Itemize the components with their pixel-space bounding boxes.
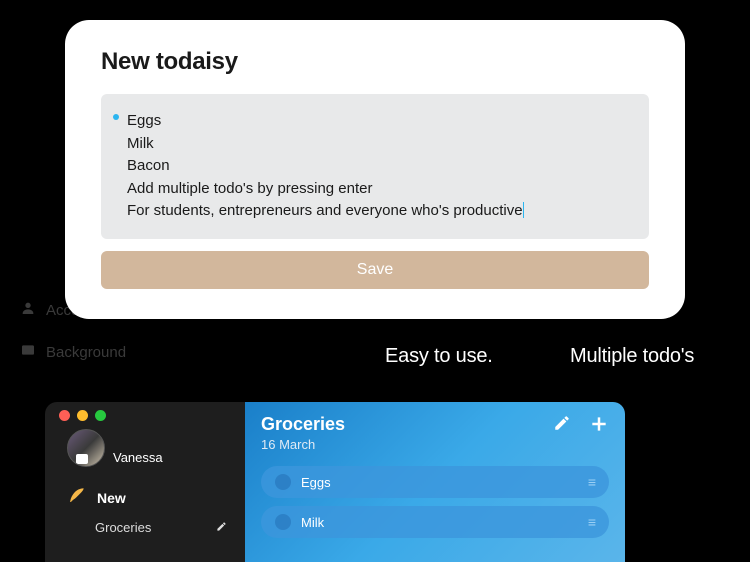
todo-input-line[interactable]: Eggs bbox=[127, 110, 631, 133]
close-icon[interactable] bbox=[59, 410, 70, 421]
todo-text: Eggs bbox=[301, 475, 331, 490]
feature-multiple: Multiple todo's bbox=[570, 345, 694, 368]
edit-icon[interactable] bbox=[553, 414, 571, 440]
pencil-icon[interactable] bbox=[216, 521, 227, 535]
main-header: Groceries 16 March bbox=[261, 414, 609, 452]
sidebar-item-groceries[interactable]: Groceries bbox=[95, 520, 227, 535]
list-date: 16 March bbox=[261, 437, 345, 452]
modal-title: New todaisy bbox=[101, 48, 649, 76]
todo-item[interactable]: Milk ≡ bbox=[261, 506, 609, 538]
checkbox-icon[interactable] bbox=[275, 514, 291, 530]
list-label: Groceries bbox=[95, 520, 151, 535]
image-icon bbox=[20, 342, 36, 362]
avatar bbox=[67, 429, 105, 467]
app-window: Vanessa New Groceries Groceries 16 March bbox=[45, 402, 625, 562]
todo-input-line[interactable]: Milk bbox=[127, 133, 631, 156]
sidebar-label: Background bbox=[46, 344, 126, 361]
app-main: Groceries 16 March Eggs ≡ Milk bbox=[245, 402, 625, 562]
todo-input-line[interactable]: Add multiple todo's by pressing enter bbox=[127, 178, 631, 201]
new-list-button[interactable]: New bbox=[67, 485, 233, 510]
feature-easy: Easy to use. bbox=[385, 345, 493, 368]
checkbox-icon[interactable] bbox=[275, 474, 291, 490]
drag-icon[interactable]: ≡ bbox=[588, 514, 595, 530]
profile[interactable]: Vanessa bbox=[67, 429, 233, 467]
user-icon bbox=[20, 300, 36, 320]
todo-input-line[interactable]: Bacon bbox=[127, 155, 631, 178]
profile-name: Vanessa bbox=[113, 450, 163, 465]
list-title: Groceries bbox=[261, 414, 345, 435]
todo-input-area[interactable]: Eggs Milk Bacon Add multiple todo's by p… bbox=[101, 94, 649, 239]
new-label: New bbox=[97, 490, 126, 506]
minimize-icon[interactable] bbox=[77, 410, 88, 421]
maximize-icon[interactable] bbox=[95, 410, 106, 421]
sidebar-item-background[interactable]: Background bbox=[20, 342, 126, 362]
add-icon[interactable] bbox=[589, 414, 609, 440]
save-button[interactable]: Save bbox=[101, 251, 649, 289]
new-todo-modal: New todaisy Eggs Milk Bacon Add multiple… bbox=[65, 20, 685, 319]
traffic-lights bbox=[59, 410, 233, 421]
bullet-icon bbox=[113, 114, 119, 120]
drag-icon[interactable]: ≡ bbox=[588, 474, 595, 490]
feather-icon bbox=[67, 485, 87, 510]
todo-item[interactable]: Eggs ≡ bbox=[261, 466, 609, 498]
app-sidebar: Vanessa New Groceries bbox=[45, 402, 245, 562]
todo-input-line[interactable]: For students, entrepreneurs and everyone… bbox=[127, 200, 631, 223]
main-actions bbox=[553, 414, 609, 440]
todo-text: Milk bbox=[301, 515, 324, 530]
